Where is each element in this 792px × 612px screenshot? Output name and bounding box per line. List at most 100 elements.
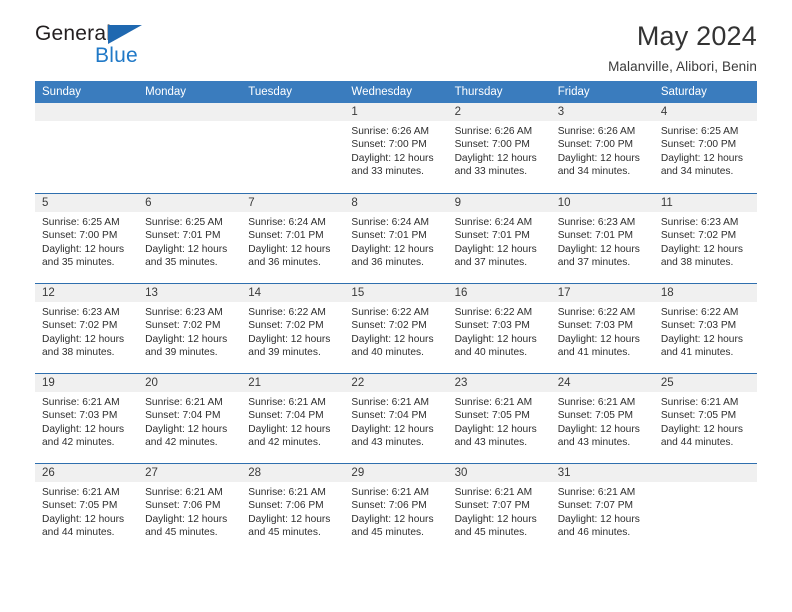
sunset-text: Sunset: 7:00 PM — [454, 139, 530, 151]
calendar-day-cell[interactable]: 19 Sunrise: 6:21 AM Sunset: 7:03 PM Dayligh… — [35, 374, 139, 463]
day-number: 7 — [241, 194, 345, 212]
calendar-day-cell[interactable]: 8 Sunrise: 6:24 AM Sunset: 7:01 PM Daylight… — [344, 194, 448, 283]
calendar-day-cell[interactable]: 29 Sunrise: 6:21 AM Sunset: 7:06 PM Dayligh… — [344, 464, 448, 553]
calendar-day-cell[interactable]: 18 Sunrise: 6:22 AM Sunset: 7:03 PM Dayligh… — [653, 284, 757, 373]
sunrise-text: Sunrise: 6:22 AM — [454, 307, 533, 318]
calendar-day-cell[interactable]: 31 Sunrise: 6:21 AM Sunset: 7:07 PM Dayligh… — [550, 464, 654, 553]
daylight-text-line1: Daylight: 12 hours — [42, 333, 125, 345]
daylight-text-line1: Daylight: 12 hours — [454, 513, 537, 525]
calendar-day-cell[interactable]: 4 Sunrise: 6:25 AM Sunset: 7:00 PM Daylight… — [653, 103, 757, 193]
calendar-day-cell[interactable]: 2 Sunrise: 6:26 AM Sunset: 7:00 PM Daylight… — [447, 103, 551, 193]
calendar-day-cell[interactable]: 12 Sunrise: 6:23 AM Sunset: 7:02 PM Dayligh… — [35, 284, 139, 373]
sunrise-text: Sunrise: 6:21 AM — [351, 397, 430, 408]
sunset-text: Sunset: 7:03 PM — [557, 320, 634, 332]
sunset-text: Sunset: 7:02 PM — [351, 320, 427, 332]
calendar-day-cell[interactable]: 24 Sunrise: 6:21 AM Sunset: 7:05 PM Dayligh… — [550, 374, 654, 463]
sunset-text: Sunset: 7:01 PM — [351, 230, 427, 242]
sunrise-text: Sunrise: 6:21 AM — [145, 487, 223, 498]
calendar-day-cell-empty — [653, 464, 757, 553]
day-sun-info: Sunrise: 6:21 AM Sunset: 7:06 PM Daylight:… — [138, 482, 241, 540]
sunrise-text: Sunrise: 6:22 AM — [248, 307, 326, 318]
day-sun-info: Sunrise: 6:21 AM Sunset: 7:05 PM Daylight:… — [551, 392, 654, 450]
calendar-day-cell[interactable]: 3 Sunrise: 6:26 AM Sunset: 7:00 PM Daylight… — [550, 103, 654, 193]
page-header: General Blue May 2024 Malanville, Alibor… — [35, 0, 757, 75]
calendar-day-cell[interactable]: 9 Sunrise: 6:24 AM Sunset: 7:01 PM Daylight… — [447, 194, 551, 283]
daylight-text-line1: Daylight: 12 hours — [557, 333, 640, 345]
weekday-header-monday: Monday — [145, 86, 187, 98]
calendar-day-cell[interactable]: 5 Sunrise: 6:25 AM Sunset: 7:00 PM Daylight… — [35, 194, 139, 283]
daylight-text-line2: and 34 minutes. — [660, 166, 734, 178]
calendar-day-cell[interactable]: 25 Sunrise: 6:21 AM Sunset: 7:05 PM Dayligh… — [653, 374, 757, 463]
general-blue-logo[interactable]: General Blue — [35, 22, 165, 70]
calendar-day-cell-empty — [35, 103, 139, 193]
calendar-day-cell[interactable]: 26 Sunrise: 6:21 AM Sunset: 7:05 PM Dayligh… — [35, 464, 139, 553]
sunrise-text: Sunrise: 6:21 AM — [557, 487, 636, 498]
calendar-day-cell[interactable]: 20 Sunrise: 6:21 AM Sunset: 7:04 PM Dayligh… — [138, 374, 242, 463]
calendar-day-cell[interactable]: 23 Sunrise: 6:21 AM Sunset: 7:05 PM Dayligh… — [447, 374, 551, 463]
logo-text-blue: Blue — [95, 44, 138, 67]
sunrise-text: Sunrise: 6:21 AM — [454, 397, 533, 408]
day-number: 29 — [344, 464, 448, 482]
day-number — [241, 103, 345, 121]
day-number: 6 — [138, 194, 242, 212]
calendar-day-cell[interactable]: 22 Sunrise: 6:21 AM Sunset: 7:04 PM Dayligh… — [344, 374, 448, 463]
sunset-text: Sunset: 7:03 PM — [454, 320, 530, 332]
sunset-text: Sunset: 7:05 PM — [557, 410, 634, 422]
calendar-day-cell[interactable]: 30 Sunrise: 6:21 AM Sunset: 7:07 PM Dayligh… — [447, 464, 551, 553]
sunrise-text: Sunrise: 6:24 AM — [351, 217, 430, 228]
daylight-text-line1: Daylight: 12 hours — [351, 333, 434, 345]
calendar-day-cell[interactable]: 6 Sunrise: 6:25 AM Sunset: 7:01 PM Daylight… — [138, 194, 242, 283]
sunrise-text: Sunrise: 6:21 AM — [454, 487, 533, 498]
sunset-text: Sunset: 7:00 PM — [351, 139, 427, 151]
sunrise-text: Sunrise: 6:21 AM — [248, 397, 326, 408]
calendar-day-cell[interactable]: 17 Sunrise: 6:22 AM Sunset: 7:03 PM Dayligh… — [550, 284, 654, 373]
daylight-text-line2: and 42 minutes. — [145, 437, 218, 449]
day-sun-info: Sunrise: 6:26 AM Sunset: 7:00 PM Daylight:… — [448, 121, 551, 179]
sunrise-text: Sunrise: 6:24 AM — [454, 217, 533, 228]
daylight-text-line2: and 33 minutes. — [454, 166, 528, 178]
day-sun-info: Sunrise: 6:26 AM Sunset: 7:00 PM Daylight:… — [344, 121, 447, 179]
sunset-text: Sunset: 7:07 PM — [454, 500, 530, 512]
daylight-text-line1: Daylight: 12 hours — [660, 243, 743, 255]
day-number: 12 — [35, 284, 139, 302]
sunrise-text: Sunrise: 6:21 AM — [42, 397, 120, 408]
calendar-day-cell[interactable]: 21 Sunrise: 6:21 AM Sunset: 7:04 PM Dayligh… — [241, 374, 345, 463]
day-sun-info: Sunrise: 6:21 AM Sunset: 7:05 PM Daylight:… — [448, 392, 551, 450]
daylight-text-line2: and 45 minutes. — [248, 527, 321, 539]
calendar-day-cell[interactable]: 28 Sunrise: 6:21 AM Sunset: 7:06 PM Dayligh… — [241, 464, 345, 553]
sunrise-text: Sunrise: 6:23 AM — [660, 217, 739, 228]
daylight-text-line2: and 40 minutes. — [454, 347, 528, 359]
sunset-text: Sunset: 7:05 PM — [42, 500, 118, 512]
calendar-day-cell[interactable]: 27 Sunrise: 6:21 AM Sunset: 7:06 PM Dayligh… — [138, 464, 242, 553]
calendar-day-cell[interactable]: 10 Sunrise: 6:23 AM Sunset: 7:01 PM Dayligh… — [550, 194, 654, 283]
daylight-text-line1: Daylight: 12 hours — [660, 423, 743, 435]
calendar-day-cell[interactable]: 1 Sunrise: 6:26 AM Sunset: 7:00 PM Daylight… — [344, 103, 448, 193]
weekday-header-row: Sunday Monday Tuesday Wednesday Thursday Frid… — [35, 81, 757, 103]
calendar-day-cell[interactable]: 14 Sunrise: 6:22 AM Sunset: 7:02 PM Dayligh… — [241, 284, 345, 373]
daylight-text-line1: Daylight: 12 hours — [145, 333, 228, 345]
sunset-text: Sunset: 7:03 PM — [42, 410, 118, 422]
day-sun-info: Sunrise: 6:22 AM Sunset: 7:02 PM Daylight:… — [344, 302, 447, 360]
daylight-text-line2: and 43 minutes. — [454, 437, 528, 449]
calendar-day-cell[interactable]: 7 Sunrise: 6:24 AM Sunset: 7:01 PM Daylight… — [241, 194, 345, 283]
sunset-text: Sunset: 7:03 PM — [660, 320, 737, 332]
calendar-day-cell[interactable]: 13 Sunrise: 6:23 AM Sunset: 7:02 PM Dayligh… — [138, 284, 242, 373]
day-number: 10 — [550, 194, 654, 212]
calendar-day-cell[interactable]: 16 Sunrise: 6:22 AM Sunset: 7:03 PM Dayligh… — [447, 284, 551, 373]
calendar-day-cell[interactable]: 15 Sunrise: 6:22 AM Sunset: 7:02 PM Dayligh… — [344, 284, 448, 373]
day-sun-info: Sunrise: 6:21 AM Sunset: 7:04 PM Daylight:… — [138, 392, 241, 450]
calendar-week-row: 5 Sunrise: 6:25 AM Sunset: 7:00 PM Daylight… — [35, 193, 757, 283]
calendar-day-cell[interactable]: 11 Sunrise: 6:23 AM Sunset: 7:02 PM Dayligh… — [653, 194, 757, 283]
sunset-text: Sunset: 7:01 PM — [557, 230, 634, 242]
sunrise-text: Sunrise: 6:26 AM — [351, 126, 430, 137]
daylight-text-line2: and 38 minutes. — [660, 257, 734, 269]
sunset-text: Sunset: 7:02 PM — [42, 320, 118, 332]
day-number: 31 — [550, 464, 654, 482]
day-number: 4 — [653, 103, 757, 121]
sunrise-text: Sunrise: 6:21 AM — [351, 487, 430, 498]
daylight-text-line2: and 41 minutes. — [660, 347, 734, 359]
day-sun-info: Sunrise: 6:26 AM Sunset: 7:00 PM Daylight:… — [551, 121, 654, 179]
calendar-day-cell-empty — [138, 103, 242, 193]
day-number: 27 — [138, 464, 242, 482]
logo-text-general: General — [35, 22, 112, 45]
